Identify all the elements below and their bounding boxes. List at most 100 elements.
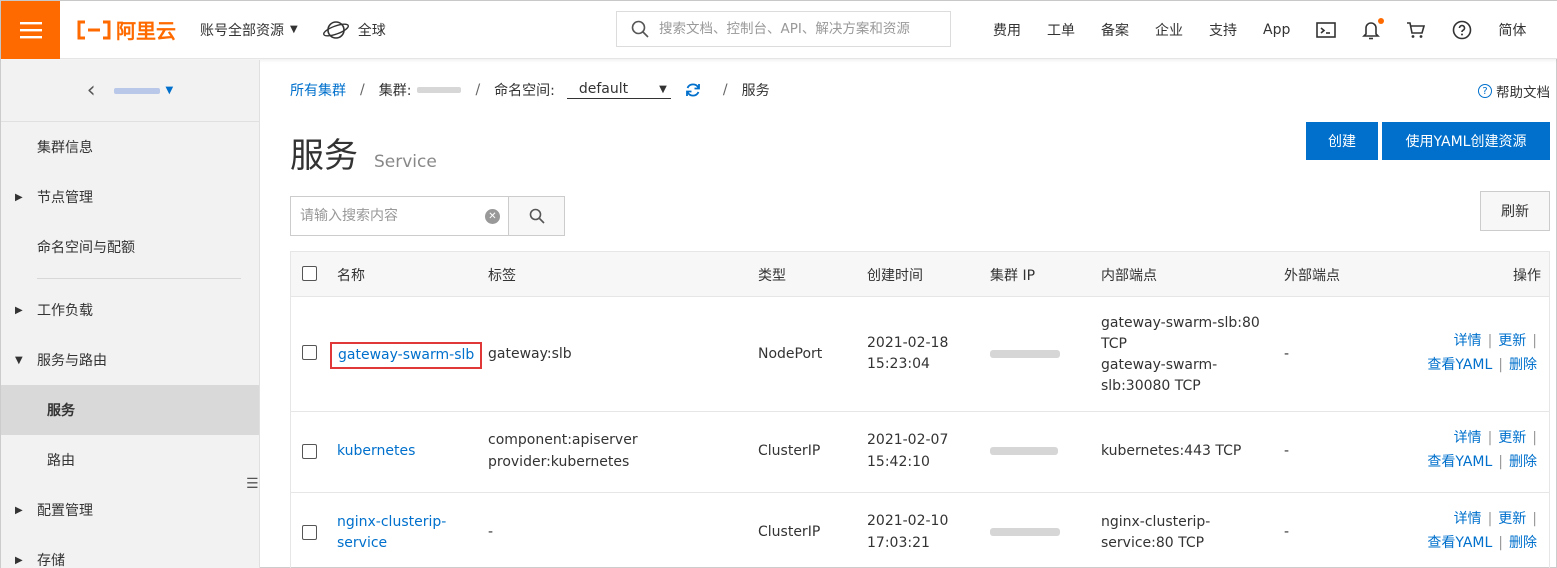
row-checkbox[interactable] bbox=[302, 525, 317, 540]
internal-endpoint-line: TCP bbox=[1101, 336, 1127, 352]
globe-icon bbox=[322, 20, 349, 39]
sidebar: ‹ ▼ 集群信息 ▶ 节点管理 命名空间与配额 ▶ 工作负载 ▼ 服务与路由 服务 路… bbox=[1, 60, 260, 568]
region-selector[interactable]: 全球 bbox=[322, 19, 386, 41]
caret-right-icon: ▶ bbox=[15, 554, 23, 566]
account-label: 账号全部资源 bbox=[200, 22, 284, 39]
language-switch[interactable]: 简体 bbox=[1498, 20, 1526, 40]
nav-tickets[interactable]: 工单 bbox=[1047, 20, 1075, 40]
nav-enterprise[interactable]: 企业 bbox=[1155, 20, 1183, 40]
sidebar-item-label: 配置管理 bbox=[37, 503, 93, 519]
service-name-link[interactable]: nginx-clusterip- bbox=[337, 512, 446, 533]
sidebar-item-cluster-info[interactable]: 集群信息 bbox=[1, 122, 259, 172]
nav-billing[interactable]: 费用 bbox=[993, 20, 1021, 40]
caret-right-icon: ▶ bbox=[15, 191, 23, 203]
notification-dot bbox=[1378, 18, 1385, 24]
terminal-icon[interactable] bbox=[1316, 21, 1337, 39]
search-button[interactable] bbox=[508, 196, 565, 236]
page-subtitle: Service bbox=[374, 152, 437, 172]
page-title-text: 服务 bbox=[290, 136, 358, 176]
row-actions: 详情 | 更新 | 查看YAML | 删除 bbox=[1427, 333, 1537, 373]
top-nav-links: 费用 工单 备案 企业 支持 App 简体 bbox=[993, 1, 1552, 59]
header-created: 创建时间 bbox=[867, 268, 923, 284]
search-icon bbox=[631, 20, 649, 38]
delete-link[interactable]: 删除 bbox=[1509, 357, 1537, 373]
service-type: ClusterIP bbox=[758, 443, 821, 459]
clear-icon[interactable]: ✕ bbox=[485, 209, 500, 224]
header-internal-endpoints: 内部端点 bbox=[1101, 268, 1157, 284]
service-label: component:apiserver bbox=[488, 432, 638, 448]
sidebar-item-storage[interactable]: ▶ 存储 bbox=[1, 535, 259, 568]
table-header: 名称 标签 类型 创建时间 集群 IP 内部端点 外部端点 操作 bbox=[290, 251, 1550, 297]
view-yaml-link[interactable]: 查看YAML bbox=[1427, 535, 1492, 551]
external-endpoint: - bbox=[1284, 443, 1290, 459]
global-search-input[interactable] bbox=[659, 21, 939, 37]
service-label: - bbox=[488, 524, 494, 540]
delete-link[interactable]: 删除 bbox=[1509, 535, 1537, 551]
caret-down-icon: ▼ bbox=[659, 83, 667, 95]
view-yaml-link[interactable]: 查看YAML bbox=[1427, 454, 1492, 470]
created-time: 17:03:21 bbox=[867, 535, 930, 551]
region-label: 全球 bbox=[357, 22, 386, 39]
sidebar-item-nodes[interactable]: ▶ 节点管理 bbox=[1, 172, 259, 222]
help-doc-link[interactable]: ? 帮助文档 bbox=[1478, 81, 1550, 101]
view-yaml-link[interactable]: 查看YAML bbox=[1427, 357, 1492, 373]
caret-down-icon[interactable]: ▼ bbox=[166, 85, 174, 96]
service-type: ClusterIP bbox=[758, 524, 821, 540]
header-type: 类型 bbox=[758, 268, 786, 284]
cluster-name-redacted[interactable] bbox=[113, 87, 160, 94]
service-name-link[interactable]: kubernetes bbox=[337, 441, 415, 462]
sidebar-item-services[interactable]: 服务 bbox=[1, 385, 259, 435]
row-checkbox[interactable] bbox=[302, 444, 317, 459]
refresh-button[interactable]: 刷新 bbox=[1480, 191, 1550, 231]
service-label: gateway:slb bbox=[488, 346, 572, 362]
internal-endpoint-line: service:80 TCP bbox=[1101, 535, 1205, 551]
nav-app[interactable]: App bbox=[1263, 22, 1290, 38]
created-date: 2021-02-10 bbox=[867, 513, 949, 529]
header-labels: 标签 bbox=[488, 268, 516, 284]
caret-down-icon: ▼ bbox=[15, 354, 23, 366]
create-from-yaml-button[interactable]: 使用YAML创建资源 bbox=[1382, 122, 1550, 160]
service-name-link[interactable]: service bbox=[337, 533, 387, 554]
aliyun-logo[interactable]: 阿里云 bbox=[76, 15, 186, 44]
internal-endpoint-line: slb:30080 TCP bbox=[1101, 378, 1201, 394]
global-search-box[interactable] bbox=[616, 11, 951, 47]
nav-support[interactable]: 支持 bbox=[1209, 20, 1237, 40]
cluster-switcher: ‹ ▼ bbox=[1, 60, 259, 122]
update-link[interactable]: 更新 bbox=[1498, 511, 1526, 527]
page-title: 服务 Service bbox=[290, 128, 437, 177]
sidebar-item-workloads[interactable]: ▶ 工作负载 bbox=[1, 285, 259, 335]
service-name-link[interactable]: gateway-swarm-slb bbox=[330, 342, 483, 369]
refresh-icon[interactable] bbox=[685, 82, 701, 98]
search-icon bbox=[529, 208, 545, 224]
nav-icp[interactable]: 备案 bbox=[1101, 20, 1129, 40]
caret-down-icon: ▼ bbox=[290, 24, 298, 35]
external-endpoint: - bbox=[1284, 346, 1290, 362]
row-checkbox[interactable] bbox=[302, 345, 317, 360]
detail-link[interactable]: 详情 bbox=[1454, 430, 1482, 446]
sidebar-item-config[interactable]: ▶ 配置管理 bbox=[1, 485, 259, 535]
hamburger-menu-button[interactable] bbox=[1, 0, 60, 59]
sidebar-collapse-icon[interactable]: ☰ bbox=[246, 476, 259, 492]
table-row: nginx-clusterip- service - ClusterIP 202… bbox=[290, 493, 1550, 568]
detail-link[interactable]: 详情 bbox=[1454, 511, 1482, 527]
bell-icon[interactable] bbox=[1362, 18, 1385, 40]
namespace-select[interactable]: default ▼ bbox=[566, 81, 671, 99]
delete-link[interactable]: 删除 bbox=[1509, 454, 1537, 470]
services-table: 名称 标签 类型 创建时间 集群 IP 内部端点 外部端点 操作 gateway… bbox=[290, 251, 1550, 568]
sidebar-item-namespaces[interactable]: 命名空间与配额 bbox=[1, 222, 259, 272]
create-button[interactable]: 创建 bbox=[1306, 122, 1378, 160]
header-cluster-ip: 集群 IP bbox=[990, 268, 1036, 284]
sidebar-item-services-routing[interactable]: ▼ 服务与路由 bbox=[1, 335, 259, 385]
account-resources-dropdown[interactable]: 账号全部资源 ▼ bbox=[200, 20, 298, 40]
cart-icon[interactable] bbox=[1406, 21, 1426, 39]
back-arrow-icon[interactable]: ‹ bbox=[87, 78, 96, 103]
update-link[interactable]: 更新 bbox=[1498, 430, 1526, 446]
service-search-input[interactable] bbox=[291, 197, 509, 235]
sidebar-item-label: 路由 bbox=[47, 453, 75, 469]
sidebar-item-ingress[interactable]: 路由 bbox=[1, 435, 259, 485]
breadcrumb-all-clusters[interactable]: 所有集群 bbox=[290, 80, 346, 100]
update-link[interactable]: 更新 bbox=[1498, 333, 1526, 349]
detail-link[interactable]: 详情 bbox=[1454, 333, 1482, 349]
select-all-checkbox[interactable] bbox=[302, 266, 317, 281]
help-icon[interactable] bbox=[1452, 20, 1472, 40]
